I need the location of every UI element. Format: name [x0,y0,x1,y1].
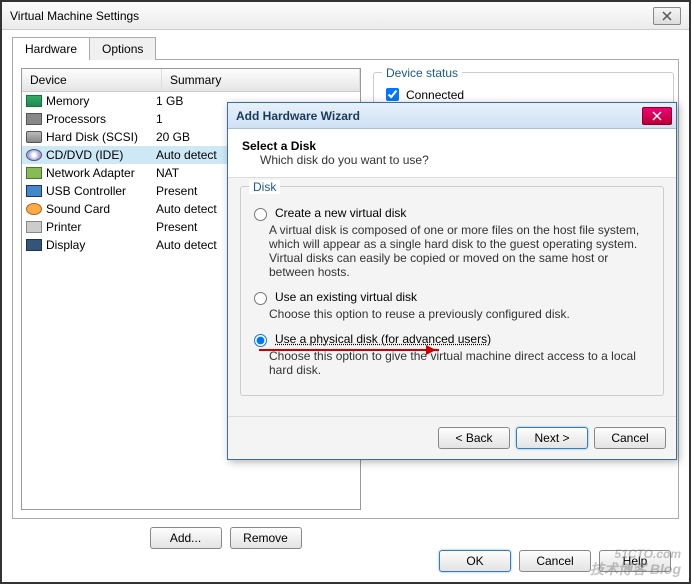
ok-button[interactable]: OK [439,550,511,572]
device-icon [26,113,42,125]
radio-desc-physical: Choose this option to give the virtual m… [269,349,655,377]
device-icon [26,95,42,107]
device-name: USB Controller [46,184,126,198]
watermark-main: 51CTO.com [615,547,681,561]
device-name: Processors [46,112,106,126]
titlebar: Virtual Machine Settings [2,2,689,30]
cancel-button[interactable]: Cancel [519,550,591,572]
radio-desc-existing: Choose this option to reuse a previously… [269,307,655,321]
wizard-body: Disk Create a new virtual disk A virtual… [228,178,676,416]
wizard-heading: Select a Disk [242,139,662,153]
col-device: Device [22,69,162,91]
device-icon [26,167,42,179]
device-name: Memory [46,94,89,108]
wizard-title: Add Hardware Wizard [236,109,642,123]
device-icon [26,239,42,251]
window-title: Virtual Machine Settings [10,9,653,23]
add-remove-row: Add... Remove [0,527,689,549]
wizard-buttons: < Back Next > Cancel [228,416,676,459]
col-summary: Summary [162,69,360,91]
radio-label-new: Create a new virtual disk [275,206,406,220]
device-name: CD/DVD (IDE) [46,148,123,162]
tab-hardware[interactable]: Hardware [12,37,90,60]
wizard-cancel-button[interactable]: Cancel [594,427,666,449]
wizard-close-button[interactable] [642,107,672,125]
radio-label-existing: Use an existing virtual disk [275,290,417,304]
disk-group: Disk Create a new virtual disk A virtual… [240,186,664,396]
radio-input-existing[interactable] [254,292,267,305]
close-icon [662,11,672,21]
radio-create-new[interactable]: Create a new virtual disk A virtual disk… [249,205,655,279]
close-button[interactable] [653,7,681,25]
radio-input-physical[interactable] [254,334,267,347]
device-icon [26,185,42,197]
back-button[interactable]: < Back [438,427,510,449]
next-button[interactable]: Next > [516,427,588,449]
wizard-dialog: Add Hardware Wizard Select a Disk Which … [227,102,677,460]
annotation-arrow [259,349,439,351]
remove-button[interactable]: Remove [230,527,302,549]
watermark: 51CTO.com 技术博客 Blog [590,540,681,576]
wizard-titlebar: Add Hardware Wizard [228,103,676,129]
device-icon [26,149,42,161]
device-name: Display [46,238,85,252]
device-icon [26,221,42,233]
wizard-subheading: Which disk do you want to use? [242,153,662,167]
tab-options[interactable]: Options [89,37,156,60]
wizard-header: Select a Disk Which disk do you want to … [228,129,676,178]
connected-input[interactable] [386,88,399,101]
radio-label-physical: Use a physical disk (for advanced users) [275,332,491,346]
tabs: Hardware Options [12,36,689,59]
radio-input-new[interactable] [254,208,267,221]
device-header: Device Summary [22,69,360,92]
device-icon [26,131,42,143]
watermark-sub: 技术博客 Blog [590,562,681,576]
device-name: Network Adapter [46,166,135,180]
connected-label: Connected [406,88,464,102]
add-button[interactable]: Add... [150,527,222,549]
close-icon [652,111,662,121]
device-status-legend: Device status [382,66,462,80]
device-name: Printer [46,220,81,234]
radio-existing[interactable]: Use an existing virtual disk Choose this… [249,289,655,321]
radio-desc-new: A virtual disk is composed of one or mor… [269,223,655,279]
disk-legend: Disk [249,180,280,194]
device-name: Hard Disk (SCSI) [46,130,138,144]
device-icon [26,203,42,215]
radio-physical[interactable]: Use a physical disk (for advanced users)… [249,331,655,377]
device-name: Sound Card [46,202,110,216]
